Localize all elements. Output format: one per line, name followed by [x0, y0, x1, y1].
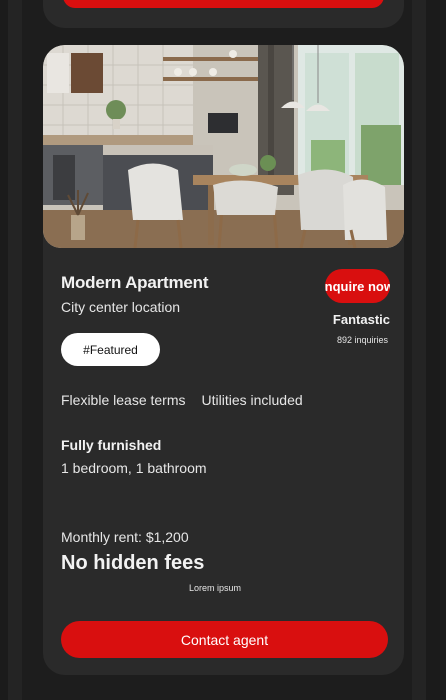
rooms-label: 1 bedroom, 1 bathroom: [61, 460, 207, 476]
inquire-button-label: Inquire now: [325, 278, 390, 294]
previous-card-button[interactable]: [63, 0, 384, 8]
contact-agent-button[interactable]: Contact agent: [61, 621, 388, 658]
previous-card: [43, 0, 404, 28]
apartment-photo: [43, 45, 404, 248]
note-text: Lorem ipsum: [188, 583, 242, 593]
listing-location: City center location: [61, 299, 181, 315]
listing-title: Modern Apartment: [61, 273, 209, 292]
listing-card: Modern Apartment City center location #F…: [43, 45, 404, 675]
fees-heading: No hidden fees: [61, 552, 205, 574]
inquire-button[interactable]: Inquire now: [325, 269, 390, 303]
feature-list: Flexible lease terms Utilities included: [61, 392, 303, 408]
contact-agent-label: Contact agent: [180, 631, 269, 648]
rent-label: Monthly rent: $1,200: [61, 529, 189, 545]
rating-label: Fantastic: [332, 312, 390, 327]
inquiry-count: 892 inquiries: [336, 335, 388, 345]
feature-item: Flexible lease terms: [61, 392, 186, 408]
featured-tag[interactable]: #Featured: [61, 333, 160, 366]
furnished-label: Fully furnished: [61, 437, 162, 453]
feature-item: Utilities included: [201, 392, 303, 408]
